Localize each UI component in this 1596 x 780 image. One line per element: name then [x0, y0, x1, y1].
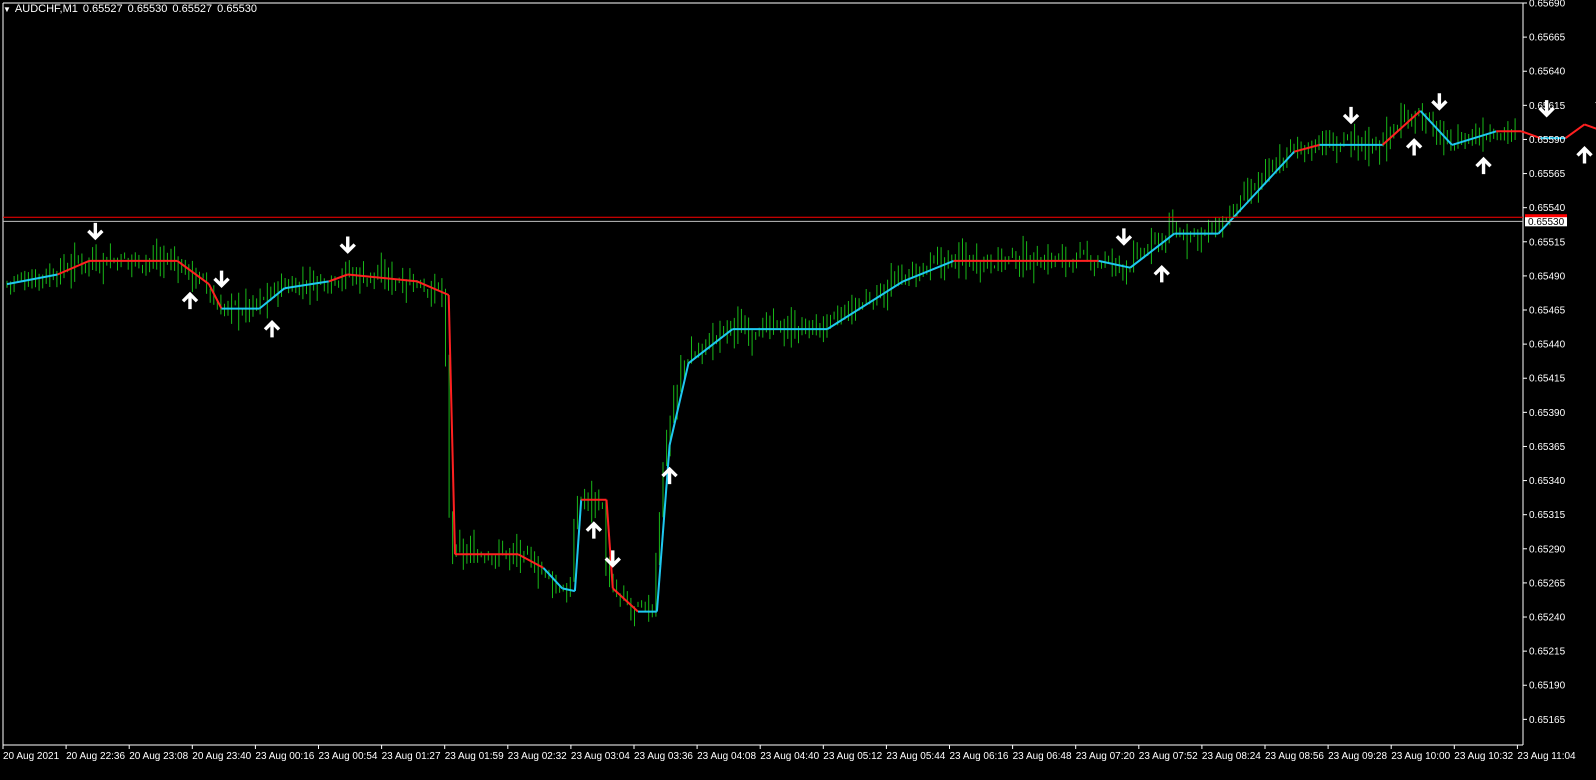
x-tick-label: 23 Aug 01:27	[382, 751, 441, 762]
x-tick-label: 23 Aug 11:04	[1517, 751, 1576, 762]
x-tick-label: 20 Aug 23:40	[192, 751, 251, 762]
x-tick-label: 23 Aug 04:40	[760, 751, 819, 762]
y-tick-label: 0.65640	[1529, 67, 1566, 78]
x-tick-label: 23 Aug 01:59	[445, 751, 504, 762]
collapse-triangle-icon[interactable]: ▼	[3, 5, 11, 14]
chart-area[interactable]: 0.65690 0.65665 0.65640 0.65615 0.65590 0.655…	[0, 0, 1596, 780]
y-tick-label: 0.65615	[1529, 101, 1566, 112]
x-tick-label: 23 Aug 00:16	[255, 751, 314, 762]
y-tick-label: 0.65265	[1529, 578, 1566, 589]
y-tick-label: 0.65515	[1529, 237, 1566, 248]
y-tick-label: 0.65665	[1529, 33, 1566, 44]
y-tick-label: 0.65490	[1529, 271, 1566, 282]
y-tick-label: 0.65440	[1529, 340, 1566, 351]
y-tick-label: 0.65340	[1529, 476, 1566, 487]
price-chart[interactable]: 0.65690 0.65665 0.65640 0.65615 0.65590 0.655…	[0, 0, 1596, 780]
y-tick-label: 0.65240	[1529, 613, 1566, 624]
x-tick-label: 23 Aug 05:44	[886, 751, 945, 762]
high-value: 0.65530	[127, 3, 168, 15]
x-tick-label: 23 Aug 04:08	[697, 751, 756, 762]
y-tick-label: 0.65390	[1529, 408, 1566, 419]
y-tick-label: 0.65365	[1529, 442, 1566, 453]
y-tick-label: 0.65315	[1529, 510, 1566, 521]
x-tick-label: 23 Aug 09:28	[1328, 751, 1387, 762]
x-tick-label: 20 Aug 22:36	[66, 751, 125, 762]
y-tick-label: 0.65465	[1529, 306, 1566, 317]
x-tick-label: 23 Aug 10:32	[1454, 751, 1513, 762]
y-tick-label: 0.65415	[1529, 374, 1566, 385]
y-tick-label: 0.65190	[1529, 681, 1566, 692]
level-tag	[1525, 214, 1567, 218]
x-tick-label: 23 Aug 10:00	[1391, 751, 1450, 762]
symbol-label: AUDCHF,M1	[14, 3, 78, 15]
y-tick-label: 0.65290	[1529, 544, 1566, 555]
y-tick-label: 0.65590	[1529, 135, 1566, 146]
x-tick-label: 23 Aug 08:24	[1202, 751, 1261, 762]
chart-header: ▼ AUDCHF,M1 0.65527 0.65530 0.65527 0.65…	[3, 1, 262, 17]
x-tick-label: 23 Aug 08:56	[1265, 751, 1324, 762]
low-value: 0.65527	[172, 3, 213, 15]
x-tick-label: 23 Aug 03:36	[634, 751, 693, 762]
x-tick-label: 23 Aug 00:54	[319, 751, 378, 762]
x-tick-label: 23 Aug 06:48	[1013, 751, 1072, 762]
x-tick-label: 23 Aug 07:52	[1139, 751, 1198, 762]
current-price-label: 0.65530	[1528, 217, 1565, 228]
x-tick-label: 23 Aug 05:12	[823, 751, 882, 762]
y-tick-label: 0.65565	[1529, 169, 1566, 180]
x-tick-label: 20 Aug 23:08	[129, 751, 188, 762]
y-tick-label: 0.65540	[1529, 203, 1566, 214]
close-value: 0.65530	[217, 3, 257, 15]
y-tick-label: 0.65690	[1529, 0, 1566, 10]
x-tick-label: 23 Aug 03:04	[571, 751, 630, 762]
x-tick-label: 23 Aug 02:32	[508, 751, 567, 762]
x-tick-label: 20 Aug 2021	[3, 751, 60, 762]
y-tick-label: 0.65215	[1529, 647, 1566, 658]
x-tick-label: 23 Aug 06:16	[950, 751, 1009, 762]
y-tick-label: 0.65165	[1529, 715, 1566, 726]
x-tick-label: 23 Aug 07:20	[1076, 751, 1135, 762]
open-value: 0.65527	[82, 3, 123, 15]
